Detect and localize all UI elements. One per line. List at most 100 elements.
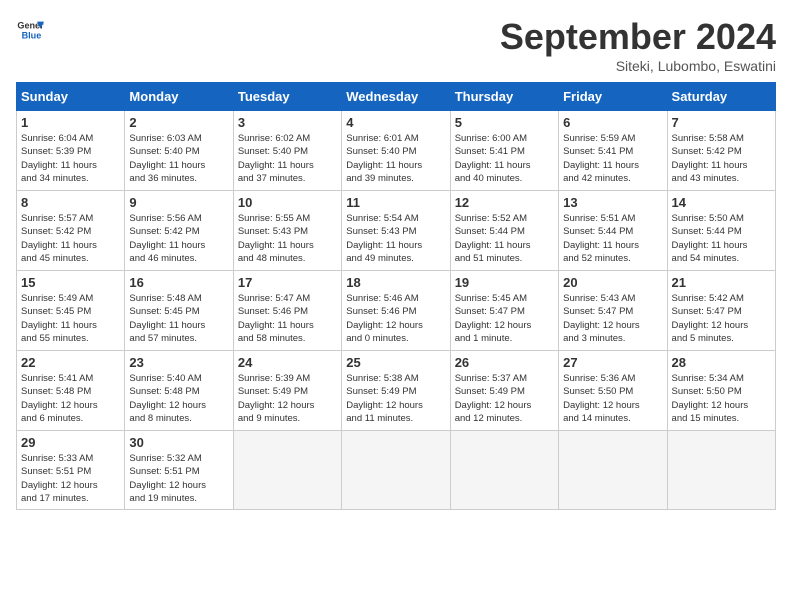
day-number: 11: [346, 195, 445, 210]
table-row: 14 Sunrise: 5:50 AM Sunset: 5:44 PM Dayli…: [667, 191, 775, 271]
day-info: Sunrise: 5:48 AM Sunset: 5:45 PM Dayligh…: [129, 292, 228, 345]
calendar-row: 22 Sunrise: 5:41 AM Sunset: 5:48 PM Dayli…: [17, 351, 776, 431]
day-number: 18: [346, 275, 445, 290]
day-info: Sunrise: 5:47 AM Sunset: 5:46 PM Dayligh…: [238, 292, 337, 345]
table-row: 29 Sunrise: 5:33 AM Sunset: 5:51 PM Dayli…: [17, 431, 125, 510]
day-number: 8: [21, 195, 120, 210]
day-number: 15: [21, 275, 120, 290]
table-row: 13Sunrise: 5:51 AM Sunset: 5:44 PM Dayli…: [559, 191, 667, 271]
day-info: Sunrise: 5:38 AM Sunset: 5:49 PM Dayligh…: [346, 372, 445, 425]
day-info: Sunrise: 5:41 AM Sunset: 5:48 PM Dayligh…: [21, 372, 120, 425]
table-row: [667, 431, 775, 510]
day-info: Sunrise: 5:33 AM Sunset: 5:51 PM Dayligh…: [21, 452, 120, 505]
day-number: 12: [455, 195, 554, 210]
table-row: [559, 431, 667, 510]
day-info: Sunrise: 5:56 AM Sunset: 5:42 PM Dayligh…: [129, 212, 228, 265]
logo: General Blue: [16, 16, 44, 44]
day-number: 22: [21, 355, 120, 370]
col-friday: Friday: [559, 83, 667, 111]
table-row: 4 Sunrise: 6:01 AM Sunset: 5:40 PM Daylig…: [342, 111, 450, 191]
day-number: 5: [455, 115, 554, 130]
col-wednesday: Wednesday: [342, 83, 450, 111]
day-number: 4: [346, 115, 445, 130]
table-row: 20 Sunrise: 5:43 AM Sunset: 5:47 PM Dayli…: [559, 271, 667, 351]
day-info: Sunrise: 6:02 AM Sunset: 5:40 PM Dayligh…: [238, 132, 337, 185]
table-row: 15Sunrise: 5:49 AM Sunset: 5:45 PM Dayli…: [17, 271, 125, 351]
table-row: [233, 431, 341, 510]
day-info: Sunrise: 5:42 AM Sunset: 5:47 PM Dayligh…: [672, 292, 771, 345]
table-row: 6 Sunrise: 5:59 AM Sunset: 5:41 PM Daylig…: [559, 111, 667, 191]
col-thursday: Thursday: [450, 83, 558, 111]
location-subtitle: Siteki, Lubombo, Eswatini: [500, 58, 776, 74]
day-number: 29: [21, 435, 120, 450]
day-info: Sunrise: 5:58 AM Sunset: 5:42 PM Dayligh…: [672, 132, 771, 185]
day-number: 1: [21, 115, 120, 130]
day-info: Sunrise: 6:01 AM Sunset: 5:40 PM Dayligh…: [346, 132, 445, 185]
day-info: Sunrise: 5:36 AM Sunset: 5:50 PM Dayligh…: [563, 372, 662, 425]
day-info: Sunrise: 6:04 AM Sunset: 5:39 PM Dayligh…: [21, 132, 120, 185]
day-info: Sunrise: 5:57 AM Sunset: 5:42 PM Dayligh…: [21, 212, 120, 265]
day-number: 19: [455, 275, 554, 290]
title-section: September 2024 Siteki, Lubombo, Eswatini: [500, 16, 776, 74]
table-row: 17 Sunrise: 5:47 AM Sunset: 5:46 PM Dayli…: [233, 271, 341, 351]
day-number: 6: [563, 115, 662, 130]
table-row: 26 Sunrise: 5:37 AM Sunset: 5:49 PM Dayli…: [450, 351, 558, 431]
day-info: Sunrise: 6:00 AM Sunset: 5:41 PM Dayligh…: [455, 132, 554, 185]
logo-icon: General Blue: [16, 16, 44, 44]
day-number: 2: [129, 115, 228, 130]
calendar-row: 15Sunrise: 5:49 AM Sunset: 5:45 PM Dayli…: [17, 271, 776, 351]
month-title: September 2024: [500, 16, 776, 58]
page-header: General Blue September 2024 Siteki, Lubo…: [16, 16, 776, 74]
table-row: 8 Sunrise: 5:57 AM Sunset: 5:42 PM Daylig…: [17, 191, 125, 271]
table-row: 24Sunrise: 5:39 AM Sunset: 5:49 PM Dayli…: [233, 351, 341, 431]
day-number: 7: [672, 115, 771, 130]
day-number: 3: [238, 115, 337, 130]
table-row: 19 Sunrise: 5:45 AM Sunset: 5:47 PM Dayli…: [450, 271, 558, 351]
day-info: Sunrise: 5:34 AM Sunset: 5:50 PM Dayligh…: [672, 372, 771, 425]
day-info: Sunrise: 5:59 AM Sunset: 5:41 PM Dayligh…: [563, 132, 662, 185]
day-number: 10: [238, 195, 337, 210]
calendar-row: 29 Sunrise: 5:33 AM Sunset: 5:51 PM Dayli…: [17, 431, 776, 510]
calendar-row: 8 Sunrise: 5:57 AM Sunset: 5:42 PM Daylig…: [17, 191, 776, 271]
table-row: 16 Sunrise: 5:48 AM Sunset: 5:45 PM Dayli…: [125, 271, 233, 351]
col-tuesday: Tuesday: [233, 83, 341, 111]
day-info: Sunrise: 5:54 AM Sunset: 5:43 PM Dayligh…: [346, 212, 445, 265]
day-info: Sunrise: 5:50 AM Sunset: 5:44 PM Dayligh…: [672, 212, 771, 265]
table-row: 7 Sunrise: 5:58 AM Sunset: 5:42 PM Daylig…: [667, 111, 775, 191]
day-number: 30: [129, 435, 228, 450]
day-number: 21: [672, 275, 771, 290]
day-number: 20: [563, 275, 662, 290]
day-info: Sunrise: 5:43 AM Sunset: 5:47 PM Dayligh…: [563, 292, 662, 345]
table-row: [450, 431, 558, 510]
table-row: [342, 431, 450, 510]
table-row: 22 Sunrise: 5:41 AM Sunset: 5:48 PM Dayli…: [17, 351, 125, 431]
table-row: 30Sunrise: 5:32 AM Sunset: 5:51 PM Dayli…: [125, 431, 233, 510]
table-row: 12 Sunrise: 5:52 AM Sunset: 5:44 PM Dayli…: [450, 191, 558, 271]
table-row: 21 Sunrise: 5:42 AM Sunset: 5:47 PM Dayli…: [667, 271, 775, 351]
day-number: 16: [129, 275, 228, 290]
day-number: 23: [129, 355, 228, 370]
table-row: 2 Sunrise: 6:03 AM Sunset: 5:40 PM Daylig…: [125, 111, 233, 191]
col-saturday: Saturday: [667, 83, 775, 111]
table-row: 3 Sunrise: 6:02 AM Sunset: 5:40 PM Daylig…: [233, 111, 341, 191]
day-number: 26: [455, 355, 554, 370]
day-number: 25: [346, 355, 445, 370]
day-info: Sunrise: 6:03 AM Sunset: 5:40 PM Dayligh…: [129, 132, 228, 185]
table-row: 11 Sunrise: 5:54 AM Sunset: 5:43 PM Dayli…: [342, 191, 450, 271]
table-row: 18 Sunrise: 5:46 AM Sunset: 5:46 PM Dayli…: [342, 271, 450, 351]
svg-text:Blue: Blue: [22, 30, 42, 40]
day-number: 27: [563, 355, 662, 370]
day-info: Sunrise: 5:37 AM Sunset: 5:49 PM Dayligh…: [455, 372, 554, 425]
calendar-row: 1 Sunrise: 6:04 AM Sunset: 5:39 PM Daylig…: [17, 111, 776, 191]
day-info: Sunrise: 5:45 AM Sunset: 5:47 PM Dayligh…: [455, 292, 554, 345]
day-info: Sunrise: 5:39 AM Sunset: 5:49 PM Dayligh…: [238, 372, 337, 425]
table-row: 5 Sunrise: 6:00 AM Sunset: 5:41 PM Daylig…: [450, 111, 558, 191]
table-row: 23Sunrise: 5:40 AM Sunset: 5:48 PM Dayli…: [125, 351, 233, 431]
table-row: 10Sunrise: 5:55 AM Sunset: 5:43 PM Dayli…: [233, 191, 341, 271]
header-row: Sunday Monday Tuesday Wednesday Thursday…: [17, 83, 776, 111]
day-number: 13: [563, 195, 662, 210]
day-info: Sunrise: 5:46 AM Sunset: 5:46 PM Dayligh…: [346, 292, 445, 345]
day-info: Sunrise: 5:52 AM Sunset: 5:44 PM Dayligh…: [455, 212, 554, 265]
day-number: 14: [672, 195, 771, 210]
day-number: 17: [238, 275, 337, 290]
